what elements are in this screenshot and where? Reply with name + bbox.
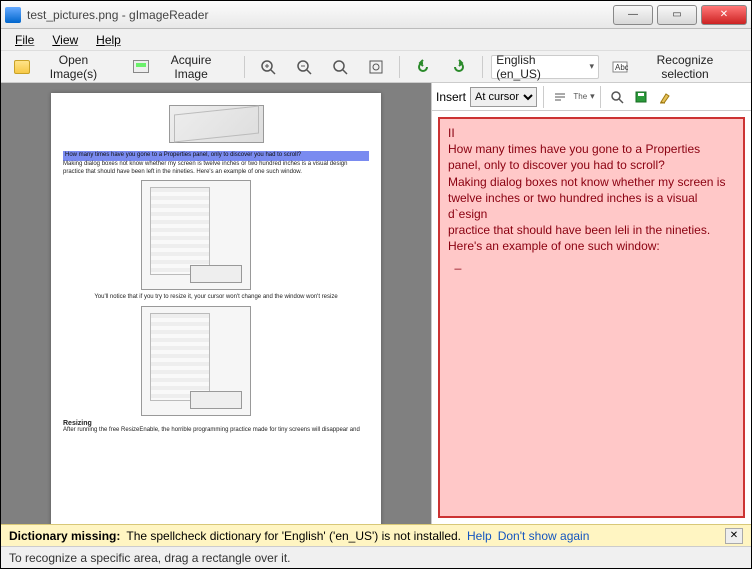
status-text: To recognize a specific area, drag a rec… [9, 551, 290, 565]
recognize-button[interactable]: Abc Recognize selection [605, 55, 745, 79]
svg-text:Abc: Abc [615, 63, 628, 72]
content-area: How many times have you gone to a Proper… [1, 83, 751, 524]
folder-icon [14, 59, 30, 75]
preview-paragraph-1: Making dialog boxes not know whether my … [63, 161, 369, 177]
ocr-toolbar: Insert At cursor The [432, 83, 751, 111]
language-label: English (en_US) [496, 53, 582, 81]
page-preview: How many times have you gone to a Proper… [51, 93, 381, 524]
recognize-icon: Abc [612, 59, 628, 75]
insert-mode-select[interactable]: At cursor [470, 87, 537, 107]
maximize-button[interactable]: ▭ [657, 5, 697, 25]
preview-paragraph-2: After running the free ResizeEnable, the… [63, 427, 369, 435]
main-toolbar: Open Image(s) Acquire Image English (en_… [1, 51, 751, 83]
zoom-in-icon [260, 59, 276, 75]
warning-help-link[interactable]: Help [467, 529, 492, 543]
menu-help[interactable]: Help [88, 31, 129, 49]
image-viewer[interactable]: How many times have you gone to a Proper… [1, 83, 431, 524]
rotate-left-button[interactable] [408, 55, 438, 79]
preview-caption-1: You'll notice that if you try to resize … [63, 294, 369, 302]
zoom-one-icon [368, 59, 384, 75]
warning-heading: Dictionary missing: [9, 529, 120, 543]
separator [244, 56, 245, 78]
window-title: test_pictures.png - gImageReader [27, 8, 613, 22]
preview-highlighted-line: How many times have you gone to a Proper… [63, 151, 369, 161]
rotate-left-icon [415, 59, 431, 75]
open-images-button[interactable]: Open Image(s) [7, 55, 120, 79]
separator [482, 56, 483, 78]
acquire-image-label: Acquire Image [153, 53, 229, 81]
close-button[interactable]: ✕ [701, 5, 747, 25]
preview-dialog-image-2 [141, 306, 251, 416]
menubar: File View Help [1, 29, 751, 51]
warning-close-button[interactable]: ✕ [725, 528, 743, 544]
zoom-fit-button[interactable] [325, 55, 355, 79]
minimize-button[interactable]: — [613, 5, 653, 25]
the-menu[interactable]: The [574, 87, 594, 107]
rotate-right-icon [451, 59, 467, 75]
window-controls: — ▭ ✕ [613, 5, 747, 25]
statusbar: To recognize a specific area, drag a rec… [1, 546, 751, 568]
separator [399, 56, 400, 78]
language-selector[interactable]: English (en_US) [491, 55, 599, 79]
preview-dialog-image-1 [141, 180, 251, 290]
scanner-icon [133, 59, 149, 75]
zoom-in-button[interactable] [253, 55, 283, 79]
open-images-label: Open Image(s) [34, 53, 113, 81]
ocr-panel: Insert At cursor The II How many times h… [431, 83, 751, 524]
save-button[interactable] [631, 87, 651, 107]
app-icon [5, 7, 21, 23]
zoom-out-button[interactable] [289, 55, 319, 79]
clear-button[interactable] [655, 87, 675, 107]
menu-view[interactable]: View [44, 31, 86, 49]
acquire-image-button[interactable]: Acquire Image [126, 55, 236, 79]
warning-bar: Dictionary missing: The spellcheck dicti… [1, 524, 751, 546]
separator [600, 86, 601, 108]
warning-text: The spellcheck dictionary for 'English' … [126, 529, 461, 543]
titlebar: test_pictures.png - gImageReader — ▭ ✕ [1, 1, 751, 29]
recognize-label: Recognize selection [632, 53, 738, 81]
zoom-fit-icon [332, 59, 348, 75]
strip-crlf-button[interactable] [550, 87, 570, 107]
warning-dismiss-link[interactable]: Don't show again [498, 529, 590, 543]
app-window: test_pictures.png - gImageReader — ▭ ✕ F… [0, 0, 752, 569]
preview-heading: Resizing [63, 420, 369, 427]
rotate-right-button[interactable] [444, 55, 474, 79]
insert-label: Insert [436, 90, 466, 104]
preview-slanted-image [169, 105, 264, 143]
menu-file[interactable]: File [7, 31, 42, 49]
ocr-output-text[interactable]: II How many times have you gone to a Pro… [438, 117, 745, 518]
separator [543, 86, 544, 108]
find-button[interactable] [607, 87, 627, 107]
zoom-out-icon [296, 59, 312, 75]
zoom-reset-button[interactable] [361, 55, 391, 79]
